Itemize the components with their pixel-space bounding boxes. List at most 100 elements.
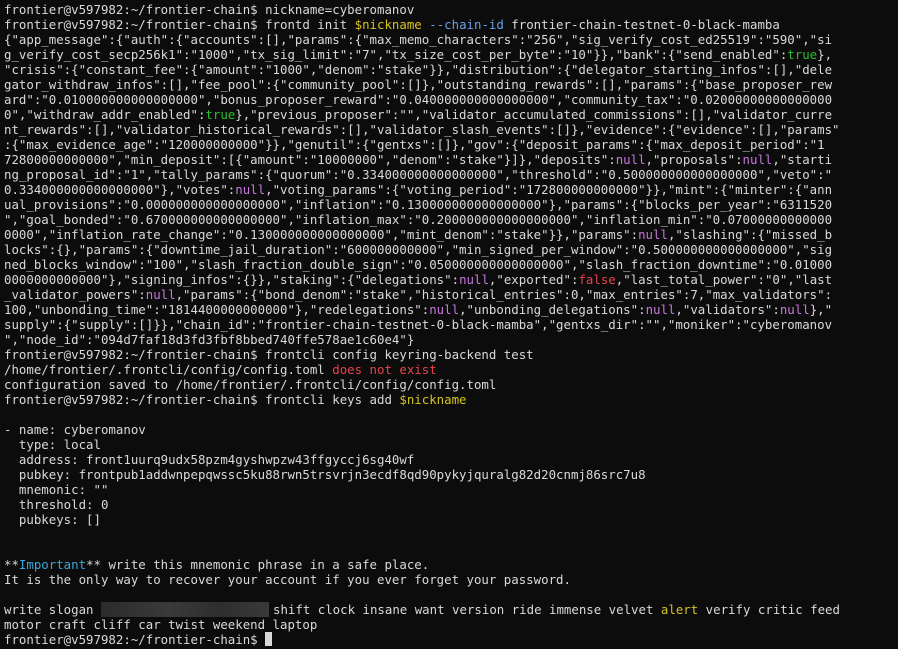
terminal-text: 72800000000000","min_deposit":[{"amount"… bbox=[4, 152, 616, 167]
terminal-line: type: local bbox=[4, 437, 898, 452]
terminal-line: _validator_powers":null,"params":{"bond_… bbox=[4, 287, 898, 302]
terminal-line: address: front1uurq9udx58pzm4gyshwpzw43f… bbox=[4, 452, 898, 467]
terminal-text: /home/frontier/.frontcli/config/config.t… bbox=[4, 362, 333, 377]
terminal-text: frontier-chain-testnet-0-black-mamba bbox=[503, 17, 780, 32]
terminal-text: },"previous_proposer":"","validator_accu… bbox=[235, 107, 833, 122]
terminal-line: mnemonic: "" bbox=[4, 482, 898, 497]
highlighted-token: true bbox=[787, 47, 818, 62]
terminal-line: write slogan shift clock insane want ver… bbox=[4, 602, 898, 617]
terminal-line: "crisis":{"constant_fee":{"amount":"1000… bbox=[4, 62, 898, 77]
terminal-line: frontier@v597982:~/frontier-chain$ front… bbox=[4, 17, 898, 32]
highlighted-token: --chain-id bbox=[429, 17, 504, 32]
terminal-text: gator_withdraw_infos":[],"fee_pool":{"co… bbox=[4, 77, 833, 92]
terminal-line: frontier@v597982:~/frontier-chain$ bbox=[4, 632, 898, 647]
terminal-line: ard":"0.010000000000000000","bonus_propo… bbox=[4, 92, 898, 107]
terminal-line: frontier@v597982:~/frontier-chain$ front… bbox=[4, 392, 898, 407]
terminal-line: threshold: 0 bbox=[4, 497, 898, 512]
highlighted-token: true bbox=[205, 107, 236, 122]
terminal-window[interactable]: frontier@v597982:~/frontier-chain$ nickn… bbox=[0, 0, 898, 649]
terminal-text: write slogan bbox=[4, 602, 101, 617]
terminal-line: locks":{},"params":{"downtime_jail_durat… bbox=[4, 242, 898, 257]
highlighted-token: Important bbox=[18, 557, 87, 572]
terminal-text: 0","withdraw_addr_enabled": bbox=[4, 107, 206, 122]
terminal-text: frontier@v597982:~/frontier-chain$ front… bbox=[4, 17, 355, 32]
highlighted-token: null bbox=[429, 302, 460, 317]
terminal-line: ned_blocks_window":"100","slash_fraction… bbox=[4, 257, 898, 272]
terminal-text: pubkeys: [] bbox=[4, 512, 101, 527]
terminal-text: ,"exported": bbox=[488, 272, 579, 287]
terminal-text: frontier@v597982:~/frontier-chain$ front… bbox=[4, 347, 534, 362]
terminal-line: **Important** write this mnemonic phrase… bbox=[4, 557, 898, 572]
terminal-line: gator_withdraw_infos":[],"fee_pool":{"co… bbox=[4, 77, 898, 92]
terminal-line: pubkey: frontpub1addwnpepqwssc5ku88rwn5t… bbox=[4, 467, 898, 482]
terminal-text: {"app_message":{"auth":{"accounts":[],"p… bbox=[4, 32, 833, 47]
terminal-line: - name: cyberomanov bbox=[4, 422, 898, 437]
terminal-text: frontier@v597982:~/frontier-chain$ nickn… bbox=[4, 2, 415, 17]
terminal-line: 72800000000000","min_deposit":[{"amount"… bbox=[4, 152, 898, 167]
terminal-line: nt_rewards":[],"validator_historical_rew… bbox=[4, 122, 898, 137]
terminal-text: type: local bbox=[4, 437, 101, 452]
terminal-text: 0.334000000000000000"},"votes": bbox=[4, 182, 236, 197]
terminal-text: ,"last_total_power":"0","last bbox=[615, 272, 833, 287]
terminal-text: ,"voting_params":{"voting_period":"17280… bbox=[265, 182, 833, 197]
terminal-line: It is the only way to recover your accou… bbox=[4, 572, 898, 587]
terminal-line: 0000000000000"},"signing_infos":{}},"sta… bbox=[4, 272, 898, 287]
terminal-text: motor craft cliff car twist weekend lapt… bbox=[4, 617, 318, 632]
terminal-text: ard":"0.010000000000000000","bonus_propo… bbox=[4, 92, 833, 107]
terminal-text: ual_provisions":"0.000000000000000000","… bbox=[4, 197, 833, 212]
terminal-text: ** bbox=[4, 557, 19, 572]
highlighted-token: null bbox=[615, 152, 646, 167]
terminal-line: ual_provisions":"0.000000000000000000","… bbox=[4, 197, 898, 212]
terminal-text: }," bbox=[809, 302, 833, 317]
terminal-text: pubkey: frontpub1addwnpepqwssc5ku88rwn5t… bbox=[4, 467, 646, 482]
terminal-text: ,"validators": bbox=[675, 302, 780, 317]
terminal-line: 100,"unbonding_time":"1814400000000000"}… bbox=[4, 302, 898, 317]
highlighted-token: $nickname bbox=[399, 392, 467, 407]
terminal-text: "crisis":{"constant_fee":{"amount":"1000… bbox=[4, 62, 833, 77]
terminal-text: threshold: 0 bbox=[4, 497, 109, 512]
terminal-text: _validator_powers": bbox=[4, 287, 146, 302]
terminal-text: ,"unbonding_delegations": bbox=[459, 302, 646, 317]
terminal-text: frontier@v597982:~/frontier-chain$ front… bbox=[4, 392, 400, 407]
terminal-line: frontier@v597982:~/frontier-chain$ front… bbox=[4, 347, 898, 362]
highlighted-token: alert bbox=[660, 602, 699, 617]
terminal-text: 100,"unbonding_time":"1814400000000000"}… bbox=[4, 302, 430, 317]
terminal-text: It is the only way to recover your accou… bbox=[4, 572, 571, 587]
terminal-text: ","goal_bonded":"0.670000000000000000","… bbox=[4, 212, 833, 227]
terminal-text: ,"params":{"bond_denom":"stake","histori… bbox=[175, 287, 833, 302]
terminal-cursor bbox=[265, 632, 273, 646]
terminal-text: ned_blocks_window":"100","slash_fraction… bbox=[4, 257, 833, 272]
terminal-text: 0000","inflation_rate_change":"0.1300000… bbox=[4, 227, 639, 242]
terminal-text: locks":{},"params":{"downtime_jail_durat… bbox=[4, 242, 833, 257]
terminal-line: pubkeys: [] bbox=[4, 512, 898, 527]
highlighted-token: null bbox=[742, 152, 773, 167]
terminal-line: frontier@v597982:~/frontier-chain$ nickn… bbox=[4, 2, 898, 17]
terminal-line: supply":{"supply":[]}},"chain_id":"front… bbox=[4, 317, 898, 332]
terminal-text: }, bbox=[817, 47, 833, 62]
terminal-line: :{"max_evidence_age":"120000000000"}},"g… bbox=[4, 137, 898, 152]
terminal-text: mnemonic: "" bbox=[4, 482, 109, 497]
terminal-line: {"app_message":{"auth":{"accounts":[],"p… bbox=[4, 32, 898, 47]
terminal-text: ng_proposal_id":"1","tally_params":{"quo… bbox=[4, 167, 833, 182]
terminal-line: motor craft cliff car twist weekend lapt… bbox=[4, 617, 898, 632]
terminal-line: 0","withdraw_addr_enabled":true},"previo… bbox=[4, 107, 898, 122]
terminal-text: - name: cyberomanov bbox=[4, 422, 146, 437]
terminal-line: 0.334000000000000000"},"votes":null,"vot… bbox=[4, 182, 898, 197]
terminal-line: 0000","inflation_rate_change":"0.1300000… bbox=[4, 227, 898, 242]
highlighted-token: null bbox=[645, 302, 676, 317]
terminal-text: ,"starti bbox=[772, 152, 833, 167]
terminal-text: shift clock insane want version ride imm… bbox=[272, 602, 661, 617]
terminal-text: supply":{"supply":[]}},"chain_id":"front… bbox=[4, 317, 833, 332]
terminal-line: ","node_id":"094d7faf18d3fd3fbf8bbed740f… bbox=[4, 332, 898, 347]
terminal-text: frontier@v597982:~/frontier-chain$ bbox=[4, 632, 266, 647]
highlighted-token: false bbox=[578, 272, 616, 287]
terminal-line: g_verify_cost_secp256k1":"1000","tx_sig_… bbox=[4, 47, 898, 62]
redacted-mnemonic-block bbox=[100, 602, 269, 617]
highlighted-token: null bbox=[459, 272, 489, 287]
terminal-text: 0000000000000"},"signing_infos":{}},"sta… bbox=[4, 272, 460, 287]
terminal-text: configuration saved to /home/frontier/.f… bbox=[4, 377, 497, 392]
terminal-text: ** write this mnemonic phrase in a safe … bbox=[86, 557, 430, 572]
